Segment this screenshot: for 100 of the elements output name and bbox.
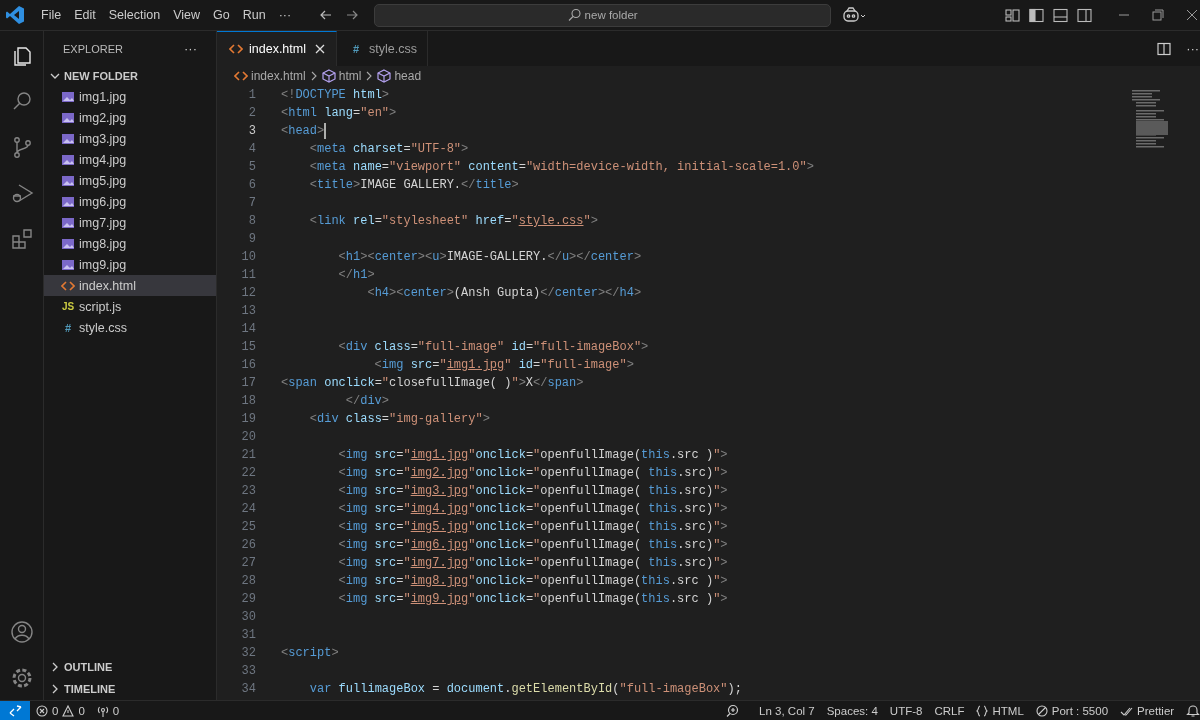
language-button[interactable]: HTML bbox=[970, 704, 1030, 717]
menu-item[interactable]: ··· bbox=[273, 5, 297, 25]
panel-toggle-icon[interactable] bbox=[1053, 7, 1069, 23]
code-line: <img src="img6.jpg"onclick="openfullImage( this.src)"> bbox=[337, 538, 728, 552]
line-number: 34 bbox=[240, 682, 256, 696]
tree-item[interactable]: index.html bbox=[44, 275, 216, 296]
zoom-in-icon bbox=[726, 704, 740, 717]
code-line: <head> bbox=[281, 124, 325, 138]
code-line: <img src="img4.jpg"onclick="openfullImage( this.src)"> bbox=[337, 502, 728, 516]
line-number: 23 bbox=[240, 484, 256, 498]
tree-item[interactable]: img5.jpg bbox=[44, 170, 216, 191]
restore-icon[interactable] bbox=[1152, 9, 1165, 21]
folder-item[interactable]: NEW FOLDER bbox=[44, 66, 216, 86]
menu-item[interactable]: Go bbox=[208, 5, 235, 25]
status-item[interactable]: Ln 3, Col 7 bbox=[753, 704, 821, 717]
editor-tab[interactable]: # style.css bbox=[337, 31, 428, 66]
code-brackets-icon bbox=[229, 42, 243, 56]
cube-icon bbox=[321, 69, 336, 83]
remote-button[interactable] bbox=[0, 701, 30, 720]
status-item[interactable]: UTF-8 bbox=[883, 704, 929, 717]
tree-item[interactable]: img2.jpg bbox=[44, 107, 216, 128]
menu-item[interactable]: Edit bbox=[69, 5, 101, 25]
line-number: 3 bbox=[247, 124, 256, 138]
file-name: img8.jpg bbox=[79, 236, 127, 251]
code-line: <html lang="en"> bbox=[281, 106, 397, 120]
vscode-logo-icon bbox=[6, 5, 24, 25]
line-number: 1 bbox=[247, 88, 256, 102]
tree-item[interactable]: img9.jpg bbox=[44, 254, 216, 275]
tree-item[interactable]: img4.jpg bbox=[44, 149, 216, 170]
section-header[interactable]: OUTLINE bbox=[44, 656, 216, 678]
line-number: 30 bbox=[240, 610, 256, 624]
tree-item[interactable]: img3.jpg bbox=[44, 128, 216, 149]
line-number: 12 bbox=[240, 286, 256, 300]
code-line: <img src="img1.jpg"onclick="openfullImage(this.src )"> bbox=[337, 448, 728, 462]
menu-item[interactable]: Run bbox=[237, 5, 271, 25]
breadcrumb-item[interactable]: html bbox=[321, 69, 362, 83]
search-icon bbox=[567, 8, 581, 22]
status-item[interactable]: Spaces: 4 bbox=[820, 704, 884, 717]
editor-tab[interactable]: index.html bbox=[217, 31, 337, 66]
tree-item[interactable]: img7.jpg bbox=[44, 212, 216, 233]
tab-label: style.css bbox=[369, 41, 417, 56]
line-number: 27 bbox=[240, 556, 256, 570]
line-number: 9 bbox=[247, 232, 256, 246]
extensions-icon[interactable] bbox=[9, 227, 34, 251]
line-number: 26 bbox=[240, 538, 256, 552]
menu-item[interactable]: View bbox=[168, 5, 205, 25]
circle-slash-icon bbox=[1035, 704, 1048, 717]
section-header[interactable]: TIMELINE bbox=[44, 678, 216, 700]
menu-item[interactable]: File bbox=[36, 5, 67, 25]
bell-icon[interactable] bbox=[1186, 703, 1200, 718]
tree-item[interactable]: img8.jpg bbox=[44, 233, 216, 254]
live-server-button[interactable]: Port : 5500 bbox=[1029, 704, 1115, 717]
line-number: 16 bbox=[240, 358, 256, 372]
section-title: OUTLINE bbox=[64, 661, 113, 673]
code-line: <img src="img1.jpg" id="full-image"> bbox=[373, 358, 634, 372]
file-name: img1.jpg bbox=[79, 89, 127, 104]
copilot-icon[interactable] bbox=[843, 7, 868, 23]
search-field[interactable]: new folder bbox=[374, 3, 832, 27]
line-number: 10 bbox=[240, 250, 256, 264]
status-item[interactable]: CRLF bbox=[928, 704, 971, 717]
file-name: style.css bbox=[79, 320, 127, 335]
tree-item[interactable]: img1.jpg bbox=[44, 86, 216, 107]
code-line: <meta name="viewport" content="width=device-width, initial-scale=1.0"> bbox=[308, 160, 814, 174]
code-brackets-icon bbox=[234, 69, 248, 83]
remote-icon bbox=[8, 704, 22, 717]
file-name: img7.jpg bbox=[79, 215, 127, 230]
warning-icon bbox=[62, 704, 75, 717]
sidebar-toggle-icon[interactable] bbox=[1029, 7, 1045, 23]
menu-item[interactable]: Selection bbox=[103, 5, 166, 25]
line-number: 13 bbox=[240, 304, 256, 318]
split-editor-icon[interactable] bbox=[1157, 41, 1172, 56]
braces-icon bbox=[976, 704, 989, 717]
breadcrumb-item[interactable]: index.html bbox=[234, 69, 306, 83]
tree-item[interactable]: # style.css bbox=[44, 317, 216, 338]
image-file-icon bbox=[61, 152, 75, 167]
ports-button[interactable]: 0 bbox=[90, 704, 126, 717]
tree-item[interactable]: img6.jpg bbox=[44, 191, 216, 212]
prettier-button[interactable]: Prettier bbox=[1114, 704, 1181, 717]
close-icon[interactable] bbox=[1186, 9, 1199, 21]
line-number: 29 bbox=[240, 592, 256, 606]
code-line: <span onclick="closefullImage( )">X</span> bbox=[281, 376, 584, 390]
tree-item[interactable]: JS script.js bbox=[44, 296, 216, 317]
problems-button[interactable]: 0 0 bbox=[30, 704, 91, 717]
file-name: img3.jpg bbox=[79, 131, 127, 146]
account-icon[interactable] bbox=[9, 620, 34, 644]
file-name: img2.jpg bbox=[79, 110, 127, 125]
line-number: 11 bbox=[240, 268, 256, 282]
more-button[interactable]: ··· bbox=[181, 41, 200, 56]
line-number: 18 bbox=[240, 394, 256, 408]
breadcrumb-item[interactable]: head bbox=[377, 69, 422, 83]
line-number: 7 bbox=[247, 196, 256, 210]
more-button[interactable]: ··· bbox=[1183, 41, 1200, 56]
cube-icon bbox=[377, 69, 392, 83]
code-line: <!DOCTYPE html> bbox=[281, 88, 390, 102]
layout-icon[interactable] bbox=[1005, 7, 1021, 23]
line-number: 33 bbox=[240, 664, 256, 678]
line-number: 8 bbox=[247, 214, 256, 228]
secondary-sidebar-icon[interactable] bbox=[1077, 7, 1093, 23]
panel-title: EXPLORER bbox=[63, 42, 123, 55]
text-cursor bbox=[324, 123, 327, 139]
